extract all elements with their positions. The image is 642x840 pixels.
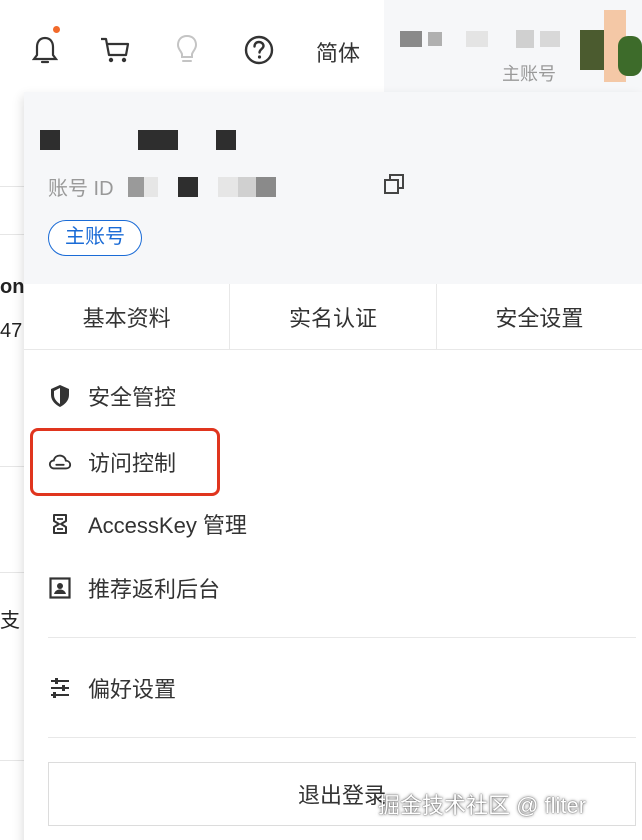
cart-icon[interactable] bbox=[98, 30, 132, 70]
rebate-icon bbox=[48, 576, 72, 600]
menu-item-referral-rebate[interactable]: 推荐返利后台 bbox=[48, 568, 220, 608]
avatar[interactable] bbox=[580, 10, 642, 82]
lightbulb-icon[interactable] bbox=[170, 30, 204, 70]
menu-divider bbox=[48, 637, 636, 638]
shield-icon bbox=[48, 384, 72, 408]
tab-security-settings[interactable]: 安全设置 bbox=[437, 284, 642, 349]
menu-item-label: AccessKey 管理 bbox=[88, 513, 247, 538]
account-dropdown-panel: 账号 ID 主账号 基本资料 实名认证 安全设置 安全管控 访问控制 Acces… bbox=[24, 92, 642, 840]
background-text: 47 bbox=[0, 320, 23, 342]
menu-item-label: 安全管控 bbox=[88, 385, 177, 410]
copy-icon[interactable] bbox=[382, 172, 406, 201]
menu-item-accesskey-management[interactable]: AccessKey 管理 bbox=[48, 504, 247, 544]
language-switcher[interactable]: 简体 bbox=[316, 36, 360, 68]
background-text: 支 bbox=[0, 610, 20, 632]
key-icon bbox=[48, 512, 72, 536]
bell-icon[interactable] bbox=[28, 26, 62, 70]
main-account-badge: 主账号 bbox=[48, 220, 142, 256]
account-username-masked bbox=[40, 130, 236, 150]
account-info-header: 账号 ID 主账号 bbox=[24, 92, 642, 284]
help-icon[interactable] bbox=[242, 30, 276, 70]
tab-real-name-verification[interactable]: 实名认证 bbox=[230, 284, 437, 349]
background-text: on bbox=[0, 276, 24, 298]
account-tabs: 基本资料 实名认证 安全设置 bbox=[24, 284, 642, 350]
menu-item-security-control[interactable]: 安全管控 bbox=[48, 376, 176, 416]
menu-item-label: 访问控制 bbox=[88, 451, 177, 476]
account-id-row: 账号 ID bbox=[48, 172, 276, 201]
cloud-icon bbox=[48, 450, 72, 474]
background-page: on 47 支 bbox=[0, 100, 24, 840]
account-role-label: 主账号 bbox=[502, 64, 556, 84]
watermark: 掘金技术社区 @ fliter bbox=[378, 793, 587, 818]
menu-item-preferences[interactable]: 偏好设置 bbox=[48, 668, 176, 708]
notification-dot bbox=[53, 26, 60, 33]
menu-divider bbox=[48, 737, 636, 738]
sliders-icon bbox=[48, 676, 72, 700]
menu-item-access-control[interactable]: 访问控制 bbox=[48, 442, 176, 482]
account-id-label: 账号 ID bbox=[48, 178, 114, 200]
account-name-masked bbox=[400, 30, 560, 48]
menu-item-label: 推荐返利后台 bbox=[88, 577, 221, 602]
menu-item-label: 偏好设置 bbox=[88, 677, 177, 702]
top-navigation-bar: 简体 主账号 bbox=[0, 0, 642, 100]
tab-basic-info[interactable]: 基本资料 bbox=[24, 284, 231, 349]
